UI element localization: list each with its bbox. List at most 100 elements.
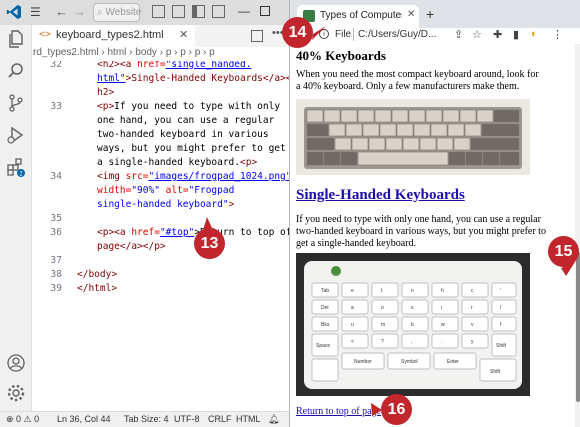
vscode-titlebar: ☰ ← → ⌕ Website —: [0, 0, 289, 25]
svg-text:Bks: Bks: [321, 322, 330, 328]
split-editor-icon[interactable]: [251, 30, 263, 42]
code-editor[interactable]: 32 <h2><a href="single_handed. html">Sin…: [32, 61, 289, 411]
svg-text:,: ,: [411, 339, 412, 345]
line-number: 32: [50, 61, 62, 70]
command-center-search[interactable]: ⌕ Website: [93, 3, 142, 22]
extensions-icon[interactable]: 2: [6, 157, 26, 177]
line-number: 38: [50, 269, 62, 280]
forward-arrow-icon[interactable]: →: [73, 4, 86, 19]
svg-text:b: b: [411, 322, 414, 328]
toggle-primary-sidebar-icon[interactable]: [152, 5, 165, 18]
search-icon[interactable]: [6, 61, 26, 81]
extensions-puzzle-icon[interactable]: ✚: [493, 28, 502, 41]
activity-bar: 2: [0, 25, 32, 411]
status-problems[interactable]: ⊗ 0 ⚠ 0: [6, 414, 39, 425]
svg-text:Shift: Shift: [496, 343, 507, 349]
browser-tab[interactable]: Types of Computer Keyboards ✕: [297, 5, 419, 28]
code-line-33c: two-handed keyboard in various: [97, 129, 269, 140]
close-icon[interactable]: ✕: [407, 9, 415, 20]
new-tab-icon[interactable]: +: [426, 6, 434, 22]
browser-menu-icon[interactable]: ⋮: [552, 28, 563, 41]
close-icon[interactable]: ✕: [179, 28, 188, 41]
callout-13: 13: [194, 228, 225, 259]
status-encoding[interactable]: UTF-8: [174, 414, 200, 424]
svg-text:<: <: [351, 339, 354, 345]
search-placeholder: Website: [105, 7, 142, 18]
minimize-icon[interactable]: —: [238, 4, 250, 18]
maximize-icon[interactable]: [260, 6, 270, 16]
code-line-34c: single-handed keyboard">: [97, 199, 235, 210]
browser-tab-title: Types of Computer Keyboards: [320, 10, 402, 21]
menu-icon[interactable]: ☰: [30, 5, 41, 19]
code-line-34a: <img src="images/frogpad_1024.png": [97, 171, 289, 182]
callout-15: 15: [548, 236, 579, 267]
line-number: 34: [50, 171, 62, 182]
code-line-36a: <p><a href="#top">Return to top of: [97, 227, 289, 238]
browser-window: Types of Computer Keyboards ✕ + ↻ i File…: [289, 0, 580, 427]
heading-40-keyboards: 40% Keyboards: [296, 48, 386, 63]
toggle-secondary-sidebar-icon[interactable]: [192, 5, 205, 18]
status-cursor-position[interactable]: Ln 36, Col 44: [57, 414, 111, 424]
line-number: 33: [50, 101, 62, 112]
svg-text:Symbol: Symbol: [401, 359, 418, 365]
callout-16: 16: [381, 394, 412, 425]
tab-label: keyboard_types2.html: [56, 29, 164, 41]
svg-text:n: n: [411, 288, 414, 294]
sidebar-icon[interactable]: ▮: [513, 28, 519, 41]
svg-text:Del: Del: [321, 305, 329, 311]
address-bar[interactable]: C:/Users/Guy/D...: [358, 29, 436, 40]
url-separator: [353, 28, 354, 41]
profile-icon[interactable]: ◐: [531, 28, 538, 40]
svg-text:.: .: [441, 339, 442, 345]
status-eol[interactable]: CRLF: [208, 414, 232, 424]
code-line-32b: html">Single-Handed Keyboards</a></: [97, 73, 289, 84]
code-line-34b: width="90%" alt="Frogpad: [97, 185, 235, 196]
html-file-icon: <>: [39, 29, 52, 40]
editor-tabs: <> keyboard_types2.html ✕ •••: [32, 25, 289, 47]
settings-gear-icon[interactable]: [6, 383, 26, 403]
return-to-top-link[interactable]: Return to top of page: [296, 406, 381, 417]
breadcrumb[interactable]: rd_types2.html › html › body › p › p › p…: [32, 47, 289, 61]
code-line-32c: h2>: [97, 87, 115, 98]
svg-text:m: m: [381, 322, 385, 328]
info-icon[interactable]: i: [319, 29, 329, 39]
toggle-panel-icon[interactable]: [172, 5, 185, 18]
status-bar: ⊗ 0 ⚠ 0 Ln 36, Col 44 Tab Size: 4 UTF-8 …: [0, 411, 289, 427]
run-debug-icon[interactable]: [6, 125, 26, 145]
svg-text:Enter: Enter: [447, 359, 459, 365]
bell-icon[interactable]: 🔔︎: [268, 414, 279, 425]
explorer-icon[interactable]: [6, 29, 26, 49]
code-line-32a: <h2><a href="single_handed.: [97, 61, 252, 70]
page-scrollbar-thumb[interactable]: [576, 252, 580, 402]
web-page: 40% Keyboards When you need the most com…: [290, 44, 575, 427]
paragraph-single-handed: If you need to type with only one hand, …: [296, 214, 546, 249]
back-arrow-icon[interactable]: ←: [55, 4, 68, 19]
browser-toolbar: ↻ i File C:/Users/Guy/D... ⇪ ☆ ✚ ▮ ◐ ⋮: [290, 26, 580, 44]
line-number: 36: [50, 227, 62, 238]
source-control-icon[interactable]: [6, 93, 26, 113]
status-tab-size[interactable]: Tab Size: 4: [124, 414, 169, 424]
account-icon[interactable]: [6, 353, 26, 373]
share-icon[interactable]: ⇪: [454, 28, 463, 41]
vscode-logo-icon: [6, 5, 21, 19]
code-line-33b: one hand, you can use a regular: [97, 115, 275, 126]
40-percent-keyboard-image: [296, 99, 530, 175]
svg-text:u: u: [351, 322, 354, 328]
file-scheme-label: File: [335, 29, 352, 40]
bookmark-star-icon[interactable]: ☆: [472, 28, 482, 41]
svg-text:?: ?: [381, 339, 384, 345]
svg-text:Tab: Tab: [321, 288, 329, 294]
heading-single-handed-keyboards-link[interactable]: Single-Handed Keyboards: [296, 187, 465, 204]
svg-text:': ': [500, 288, 501, 294]
tab-keyboard-types2[interactable]: <> keyboard_types2.html ✕: [32, 25, 195, 47]
status-language[interactable]: HTML: [236, 414, 261, 424]
svg-text:o: o: [381, 305, 384, 311]
browser-tab-strip: Types of Computer Keyboards ✕ +: [290, 0, 580, 28]
paragraph-40-keyboards: When you need the most compact keyboard …: [296, 69, 539, 92]
code-line-36b: page</a></p>: [97, 241, 166, 252]
svg-text:h: h: [441, 288, 444, 294]
line-number: 37: [50, 255, 62, 266]
customize-layout-icon[interactable]: [212, 5, 225, 18]
code-line-39: </html>: [77, 283, 118, 294]
svg-text:i: i: [441, 305, 442, 311]
